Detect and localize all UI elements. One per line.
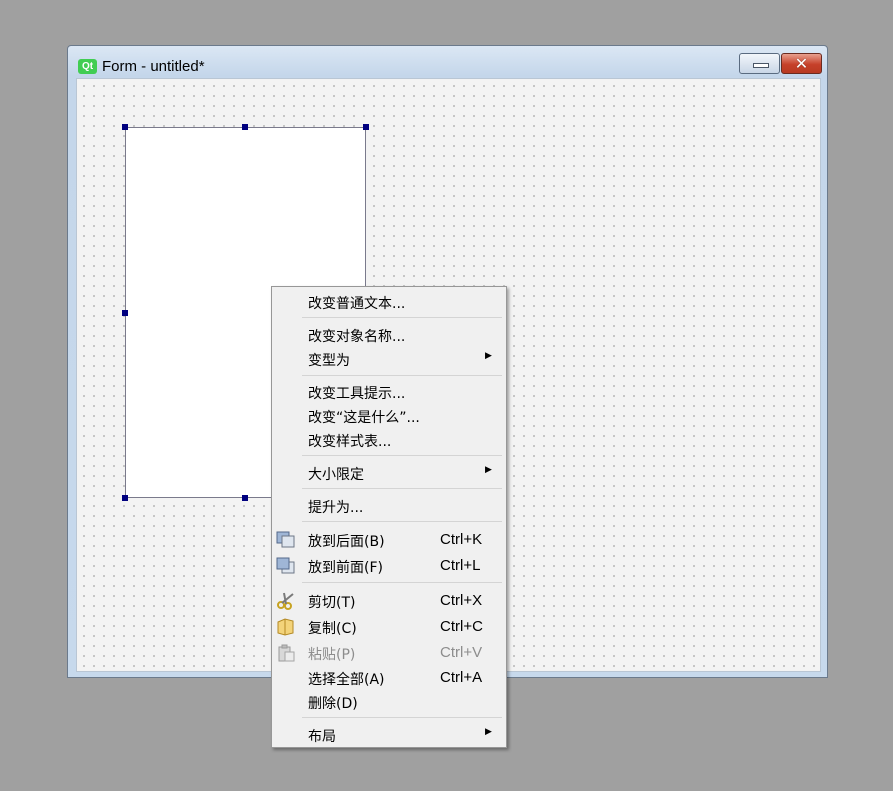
menu-item-label: 粘贴(P) <box>308 647 356 663</box>
menu-item-send-to-back[interactable]: 放到后面(B) Ctrl+K <box>272 528 506 552</box>
menu-item-paste: 粘贴(P) Ctrl+V <box>272 641 506 665</box>
menu-item-label: 提升为... <box>308 500 364 516</box>
menu-item-label: 改变普通文本... <box>308 296 406 312</box>
bring-to-front-icon <box>276 557 295 574</box>
menu-item-layout[interactable]: 布局 ▶ <box>272 723 506 747</box>
title-bar[interactable]: Qt Form - untitled* ✕ <box>68 46 827 78</box>
menu-item-change-tooltip[interactable]: 改变工具提示... <box>272 380 506 404</box>
resize-handle-top[interactable] <box>242 124 248 130</box>
minimize-button[interactable] <box>739 53 780 74</box>
menu-item-label: 改变“这是什么”... <box>308 410 420 426</box>
close-button[interactable]: ✕ <box>781 53 822 74</box>
menu-item-size-constraints[interactable]: 大小限定 ▶ <box>272 461 506 485</box>
menu-separator <box>302 317 502 318</box>
submenu-arrow-icon: ▶ <box>485 465 492 475</box>
menu-item-cut[interactable]: 剪切(T) Ctrl+X <box>272 589 506 613</box>
menu-item-change-object-name[interactable]: 改变对象名称... <box>272 323 506 347</box>
menu-item-label: 改变对象名称... <box>308 329 406 345</box>
context-menu: 改变普通文本... 改变对象名称... 变型为 ▶ 改变工具提示... 改变“这… <box>271 286 507 748</box>
resize-handle-bottom[interactable] <box>242 495 248 501</box>
menu-separator <box>302 375 502 376</box>
close-icon: ✕ <box>794 54 809 73</box>
resize-handle-left[interactable] <box>122 310 128 316</box>
menu-item-change-whats-this[interactable]: 改变“这是什么”... <box>272 404 506 428</box>
send-to-back-icon <box>276 531 295 548</box>
menu-item-shortcut: Ctrl+K <box>440 531 483 548</box>
menu-item-shortcut: Ctrl+X <box>440 592 483 609</box>
menu-separator <box>302 582 502 583</box>
menu-item-label: 放到后面(B) <box>308 534 385 550</box>
menu-item-bring-to-front[interactable]: 放到前面(F) Ctrl+L <box>272 554 506 578</box>
menu-separator <box>302 488 502 489</box>
menu-item-change-stylesheet[interactable]: 改变样式表... <box>272 428 506 452</box>
menu-item-promote-to[interactable]: 提升为... <box>272 494 506 518</box>
submenu-arrow-icon: ▶ <box>485 351 492 361</box>
menu-item-copy[interactable]: 复制(C) Ctrl+C <box>272 615 506 639</box>
menu-item-label: 改变工具提示... <box>308 386 406 402</box>
menu-item-label: 复制(C) <box>308 621 357 637</box>
submenu-arrow-icon: ▶ <box>485 727 492 737</box>
menu-item-label: 布局 <box>308 729 336 745</box>
menu-item-delete[interactable]: 删除(D) <box>272 690 506 714</box>
menu-item-label: 放到前面(F) <box>308 560 383 576</box>
menu-item-shortcut: Ctrl+L <box>440 557 481 574</box>
menu-item-select-all[interactable]: 选择全部(A) Ctrl+A <box>272 666 506 690</box>
menu-item-label: 改变样式表... <box>308 434 392 450</box>
menu-item-shortcut: Ctrl+V <box>440 644 483 661</box>
qt-logo-icon: Qt <box>78 59 97 74</box>
scissors-icon <box>277 592 294 610</box>
menu-separator <box>302 521 502 522</box>
menu-item-label: 大小限定 <box>308 467 364 483</box>
menu-item-label: 删除(D) <box>308 696 358 712</box>
menu-item-shortcut: Ctrl+C <box>440 618 483 635</box>
menu-item-morph-into[interactable]: 变型为 ▶ <box>272 347 506 371</box>
menu-item-label: 剪切(T) <box>308 595 356 611</box>
menu-item-label: 变型为 <box>308 353 350 369</box>
menu-item-change-plain-text[interactable]: 改变普通文本... <box>272 290 506 314</box>
copy-icon <box>277 618 294 636</box>
window-title: Form - untitled* <box>102 58 205 75</box>
menu-separator <box>302 717 502 718</box>
menu-item-label: 选择全部(A) <box>308 672 385 688</box>
paste-icon <box>278 644 295 662</box>
resize-handle-bottom-left[interactable] <box>122 495 128 501</box>
menu-separator <box>302 455 502 456</box>
menu-item-shortcut: Ctrl+A <box>440 669 483 686</box>
resize-handle-top-left[interactable] <box>122 124 128 130</box>
resize-handle-top-right[interactable] <box>363 124 369 130</box>
